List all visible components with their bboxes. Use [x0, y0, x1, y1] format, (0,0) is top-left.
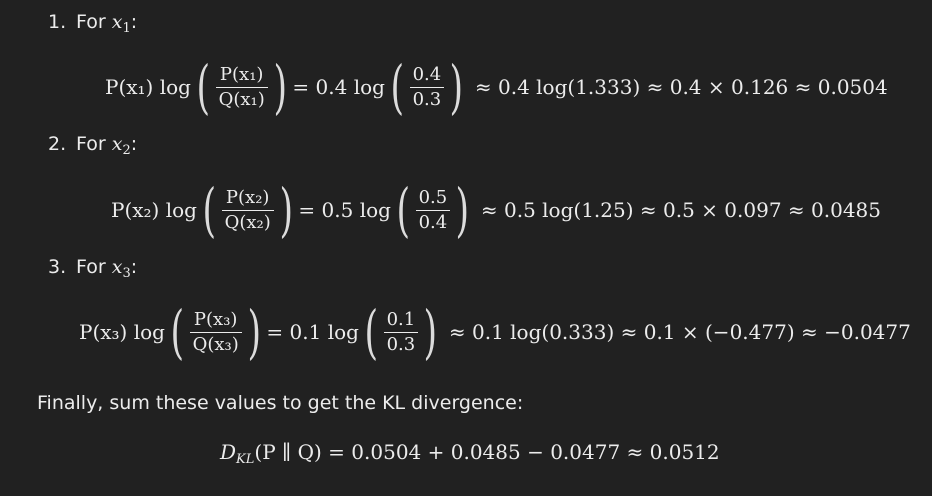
fraction-bar — [189, 331, 242, 333]
list-item-3: 3. For x3: — [48, 255, 137, 286]
fraction-bar — [415, 209, 451, 211]
fraction-numerator: P(x₃) — [193, 308, 238, 330]
fraction-ratio: 0.4 0.3 — [409, 63, 445, 111]
equation-rhs: ≈ 0.5 log(1.25) ≈ 0.5 × 0.097 ≈ 0.0485 — [480, 198, 881, 222]
kl-subscript: KL — [236, 452, 255, 467]
fraction-denominator: Q(x₃) — [192, 333, 239, 355]
fraction-denominator: Q(x₁) — [218, 88, 265, 110]
right-paren: ) — [273, 53, 287, 121]
right-paren: ) — [449, 53, 464, 121]
variable: x — [111, 256, 123, 278]
item-label-suffix: : — [130, 11, 138, 33]
list-number: 3. — [48, 256, 67, 278]
ratio-denominator: 0.3 — [386, 333, 416, 355]
equation-lhs: P(x₁) log — [105, 75, 191, 99]
fraction-ratio: 0.1 0.3 — [383, 308, 419, 356]
left-paren: ( — [202, 176, 217, 244]
kl-d-symbol: D — [220, 440, 237, 464]
fraction-p-over-q: P(x₁) Q(x₁) — [215, 63, 268, 111]
item-label-prefix: For — [76, 133, 112, 155]
variable-subscript: 1 — [122, 21, 131, 36]
item-label-suffix: : — [130, 256, 138, 278]
variable-subscript: 2 — [122, 143, 131, 158]
ratio-denominator: 0.4 — [418, 211, 448, 233]
final-equation: DKL(P ∥ Q) = 0.0504 + 0.0485 − 0.0477 ≈ … — [220, 440, 720, 467]
ratio-numerator: 0.1 — [386, 308, 416, 330]
fraction-denominator: Q(x₂) — [224, 211, 271, 233]
item-label-suffix: : — [130, 133, 138, 155]
right-paren: ) — [247, 298, 261, 366]
fraction-bar — [215, 86, 268, 88]
equation-coefficient: = 0.4 log — [292, 75, 385, 99]
ratio-numerator: 0.4 — [412, 63, 442, 85]
list-number: 2. — [48, 133, 67, 155]
fraction-bar — [221, 209, 274, 211]
ratio-numerator: 0.5 — [418, 186, 448, 208]
left-paren: ( — [364, 298, 379, 366]
variable-subscript: 3 — [122, 266, 131, 281]
right-paren: ) — [455, 176, 470, 244]
fraction-bar — [409, 86, 445, 88]
fraction-p-over-q: P(x₂) Q(x₂) — [221, 186, 274, 234]
fraction-p-over-q: P(x₃) Q(x₃) — [189, 308, 242, 356]
right-paren: ) — [423, 298, 438, 366]
equation-coefficient: = 0.5 log — [298, 198, 391, 222]
list-item-2: 2. For x2: — [48, 132, 137, 163]
left-paren: ( — [196, 53, 211, 121]
ratio-denominator: 0.3 — [412, 88, 442, 110]
equation-coefficient: = 0.1 log — [266, 320, 359, 344]
fraction-bar — [383, 331, 419, 333]
left-paren: ( — [390, 53, 405, 121]
fraction-numerator: P(x₁) — [219, 63, 264, 85]
equation-1: P(x₁) log ( P(x₁) Q(x₁) ) = 0.4 log ( 0.… — [104, 52, 889, 122]
list-number: 1. — [48, 11, 67, 33]
final-equation-rest: (P ∥ Q) = 0.0504 + 0.0485 − 0.0477 ≈ 0.0… — [254, 440, 720, 464]
variable: x — [111, 133, 123, 155]
equation-2: P(x₂) log ( P(x₂) Q(x₂) ) = 0.5 log ( 0.… — [110, 175, 882, 245]
left-paren: ( — [396, 176, 411, 244]
item-label-prefix: For — [76, 11, 112, 33]
fraction-numerator: P(x₂) — [225, 186, 270, 208]
item-label-prefix: For — [76, 256, 112, 278]
variable: x — [111, 11, 123, 33]
right-paren: ) — [279, 176, 293, 244]
equation-3: P(x₃) log ( P(x₃) Q(x₃) ) = 0.1 log ( 0.… — [78, 297, 912, 367]
list-item-1: 1. For x1: — [48, 10, 137, 41]
equation-lhs: P(x₂) log — [111, 198, 197, 222]
equation-lhs: P(x₃) log — [79, 320, 165, 344]
summary-text: Finally, sum these values to get the KL … — [37, 392, 524, 414]
fraction-ratio: 0.5 0.4 — [415, 186, 451, 234]
equation-rhs: ≈ 0.1 log(0.333) ≈ 0.1 × (−0.477) ≈ −0.0… — [448, 320, 911, 344]
equation-rhs: ≈ 0.4 log(1.333) ≈ 0.4 × 0.126 ≈ 0.0504 — [474, 75, 888, 99]
left-paren: ( — [170, 298, 185, 366]
